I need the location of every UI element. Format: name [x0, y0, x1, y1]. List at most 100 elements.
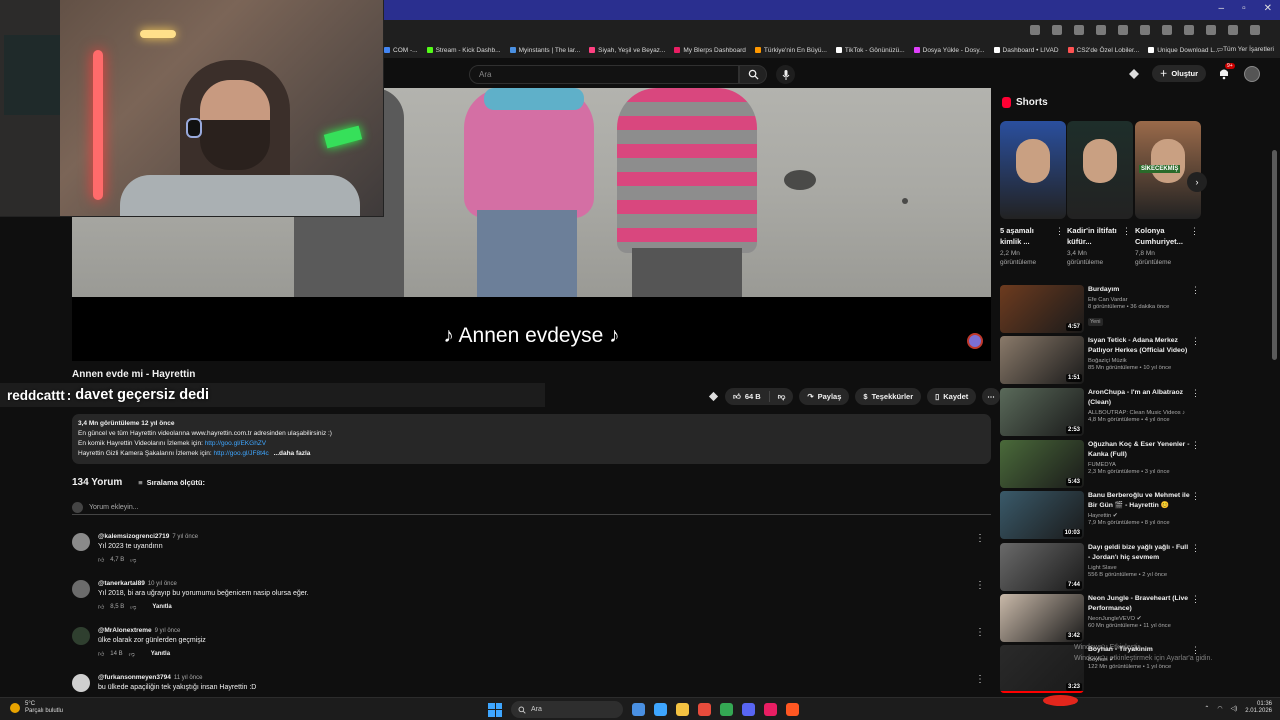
more-icon[interactable]: ⋮ [1191, 440, 1200, 451]
bookmark-item[interactable]: Dosya Yükle - Dosy... [913, 47, 985, 54]
more-icon[interactable]: ⋮ [1055, 226, 1064, 237]
recommendation-item[interactable]: 7:44 Dayı geldi bize yağlı yağlı - Full -… [1000, 543, 1200, 591]
taskbar-app-icon[interactable] [698, 703, 711, 716]
description-link[interactable]: http://goo.gl/JF8t4c [213, 450, 268, 457]
account-avatar[interactable] [1244, 65, 1260, 82]
volume-icon[interactable]: ◁) [1231, 705, 1238, 712]
recommendation-item[interactable]: 2:53 AronChupa - I'm an Albatraoz (Clean)… [1000, 388, 1200, 436]
taskbar-app-icon[interactable] [786, 703, 799, 716]
show-more-link[interactable]: ...daha fazla [274, 450, 311, 457]
dislike-button[interactable]: 👎︎ [770, 392, 794, 402]
chevron-up-icon[interactable]: ⌃ [1204, 705, 1209, 712]
share-button[interactable]: ↷ Paylaş [799, 388, 850, 405]
short-item[interactable]: Kadir'in iltifatı küfür... 3,4 Mn görüntü… [1067, 121, 1133, 267]
add-comment-field[interactable]: Yorum ekleyin... [72, 501, 991, 515]
shorts-next-button[interactable]: › [1187, 172, 1207, 192]
taskbar-app-icon[interactable] [720, 703, 733, 716]
page-scrollbar[interactable] [1272, 150, 1277, 360]
recommendation-item[interactable]: 10:03 Banu Berberoğlu ve Mehmet ile Bir G… [1000, 491, 1200, 539]
thumbs-down-icon[interactable]: 👎︎ [130, 603, 136, 611]
extension-icon[interactable] [708, 391, 719, 402]
comment-author[interactable]: @MrAlonextreme 9 yıl önce [98, 627, 206, 634]
more-icon[interactable]: ⋮ [1191, 285, 1200, 296]
search-button[interactable] [739, 65, 767, 84]
menu-icon[interactable] [1250, 25, 1260, 35]
weather-widget[interactable]: 5°C Parçalı bulutlu [10, 701, 63, 715]
taskbar-app-icon[interactable] [632, 703, 645, 716]
description-link[interactable]: http://goo.gl/EKGhZV [205, 440, 266, 447]
bookmark-item[interactable]: COM -... [384, 47, 418, 54]
recommendation-item[interactable]: 5:43 Oğuzhan Koç & Eser Yenenler - Kanka … [1000, 440, 1200, 488]
extension-icon[interactable] [1128, 68, 1140, 80]
like-button[interactable]: 👍︎ 64 B [725, 391, 770, 402]
reply-button[interactable]: Yanıtla [152, 604, 171, 610]
description-box[interactable]: 3,4 Mn görüntüleme 12 yıl önce En güncel… [72, 414, 991, 464]
recommendation-item[interactable]: 3:42 Neon Jungle - Braveheart (Live Perfo… [1000, 594, 1200, 642]
short-item[interactable]: 5 aşamalı kimlik ... 2,2 Mn görüntüleme ⋮ [1000, 121, 1066, 267]
clock[interactable]: 01:36 2.01.2026 [1245, 701, 1272, 715]
more-icon[interactable]: ⋮ [975, 674, 985, 685]
sidebar-icon[interactable] [1206, 25, 1216, 35]
taskbar-app-icon[interactable] [676, 703, 689, 716]
all-bookmarks[interactable]: ▭ Tüm Yer İşaretleri [1217, 45, 1274, 54]
bookmark-item[interactable]: Stream - Kick Dashb... [426, 47, 501, 54]
maximize-icon[interactable]: ▫ [1242, 3, 1246, 14]
eye-off-icon[interactable] [1052, 25, 1062, 35]
wifi-icon[interactable]: ◠ [1217, 705, 1222, 712]
bookmark-item[interactable]: TikTok - Gönünüzü... [835, 47, 905, 54]
taskbar-search[interactable]: Ara [511, 701, 623, 718]
windows-start-icon[interactable] [488, 702, 502, 717]
notifications-button[interactable]: 9+ [1218, 62, 1235, 81]
thumbs-up-icon[interactable]: 👍︎ [98, 556, 104, 564]
extension-icon[interactable] [1140, 25, 1150, 35]
extension-icon[interactable] [1118, 25, 1128, 35]
zoom-icon[interactable] [1074, 25, 1084, 35]
more-icon[interactable]: ⋮ [1191, 594, 1200, 605]
comment-avatar[interactable] [72, 674, 90, 692]
more-actions-button[interactable]: ⋯ [982, 388, 1000, 405]
taskbar-app-icon[interactable] [764, 703, 777, 716]
cast-icon[interactable] [1030, 25, 1040, 35]
bookmark-item[interactable]: Türkiye'nin En Büyü... [754, 47, 827, 54]
search-input[interactable]: Ara [469, 65, 739, 84]
sort-button[interactable]: ≡ Sıralama ölçütü: [138, 478, 205, 487]
minimize-icon[interactable]: – [1219, 3, 1225, 14]
voice-search-button[interactable] [776, 65, 795, 84]
create-button[interactable]: ＋ Oluştur [1151, 65, 1206, 82]
more-icon[interactable]: ⋮ [1191, 491, 1200, 502]
more-icon[interactable]: ⋮ [1191, 543, 1200, 554]
recommendation-item[interactable]: 4:57 Burdayım Efe Can Vardar 8 görüntüleme … [1000, 285, 1200, 333]
comment-avatar[interactable] [72, 533, 90, 551]
puzzle-icon[interactable] [1184, 25, 1194, 35]
comment-avatar[interactable] [72, 580, 90, 598]
thumbs-up-icon[interactable]: 👍︎ [98, 650, 104, 658]
comment-author[interactable]: @kalemsizogrenci2719 7 yıl önce [98, 533, 198, 540]
profile-icon[interactable] [1228, 25, 1238, 35]
channel-watermark-icon[interactable] [967, 333, 983, 349]
short-item[interactable]: SİKECEKMİŞ Kolonya Cumhuriyet... 7,8 Mn gö… [1135, 121, 1201, 267]
comment-avatar[interactable] [72, 627, 90, 645]
bookmark-item[interactable]: Dashboard • LIVAD [993, 47, 1059, 54]
recommendation-item[interactable]: 1:51 Isyan Tetick - Adana Merkez Patlıyor… [1000, 336, 1200, 384]
bookmark-item[interactable]: Siyah, Yeşil ve Beyaz... [589, 47, 665, 54]
close-icon[interactable]: ✕ [1264, 3, 1272, 14]
taskbar-app-icon[interactable] [654, 703, 667, 716]
more-icon[interactable]: ⋮ [1190, 226, 1199, 237]
bookmark-item[interactable]: Unique Download L... [1148, 47, 1219, 54]
bookmark-item[interactable]: My Blerps Dashboard [674, 47, 746, 54]
more-icon[interactable]: ⋮ [975, 533, 985, 544]
comment-author[interactable]: @furkansonmeyen3794 11 yıl önce [98, 674, 256, 681]
more-icon[interactable]: ⋮ [1122, 226, 1131, 237]
reply-button[interactable]: Yanıtla [151, 651, 170, 657]
thumbs-down-icon[interactable]: 👎︎ [130, 556, 136, 564]
bookmark-item[interactable]: CS2'de Özel Lobiler... [1067, 47, 1139, 54]
more-icon[interactable]: ⋮ [975, 627, 985, 638]
comment-author[interactable]: @tanerkartal89 10 yıl önce [98, 580, 309, 587]
extension-icon[interactable] [1162, 25, 1172, 35]
thanks-button[interactable]: $ Teşekkürler [855, 388, 922, 405]
star-icon[interactable] [1096, 25, 1106, 35]
more-icon[interactable]: ⋮ [1191, 388, 1200, 399]
bookmark-item[interactable]: Myinstants | The lar... [509, 47, 580, 54]
taskbar-app-icon[interactable] [742, 703, 755, 716]
more-icon[interactable]: ⋮ [975, 580, 985, 591]
